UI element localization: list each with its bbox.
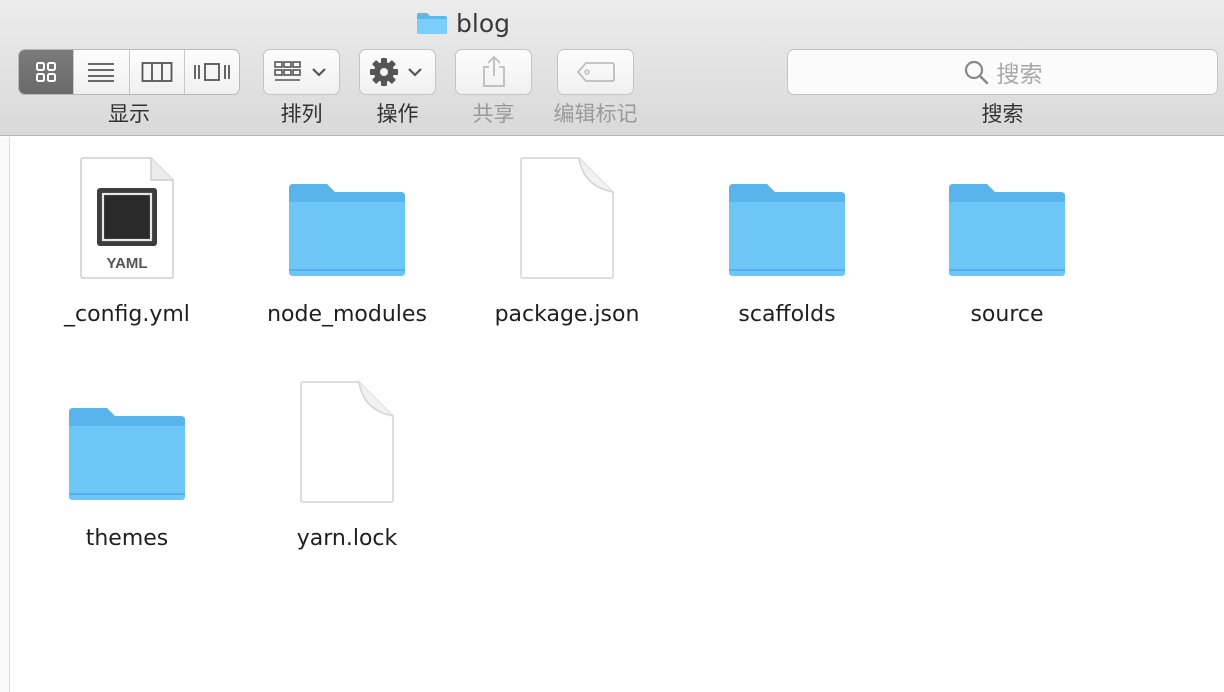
folder-icon	[67, 374, 187, 504]
list-icon	[88, 63, 115, 82]
icon-view-button[interactable]	[19, 50, 75, 94]
tag-icon	[576, 62, 615, 82]
share-caption: 共享	[472, 102, 515, 126]
window-title-text: blog	[456, 8, 510, 38]
folder-item-scaffolds[interactable]: scaffolds	[687, 150, 887, 350]
search-caption: 搜索	[981, 102, 1024, 126]
view-mode-control	[18, 49, 240, 95]
file-name: themes	[85, 526, 169, 551]
folder-icon	[947, 150, 1067, 280]
file-item-yarn-lock[interactable]: yarn.lock	[247, 374, 447, 574]
gear-icon	[369, 58, 422, 86]
file-name: source	[970, 302, 1044, 327]
share-button[interactable]	[455, 49, 532, 95]
window-title: blog	[416, 6, 510, 40]
gallery-view-button[interactable]	[185, 50, 239, 94]
folder-item-source[interactable]: source	[907, 150, 1107, 350]
window-left-edge	[0, 137, 10, 692]
document-icon	[507, 150, 627, 280]
icon-grid-icon	[36, 62, 57, 82]
view-caption: 显示	[108, 102, 150, 126]
yaml-file-icon: YAML	[67, 150, 187, 280]
folder-icon	[727, 150, 847, 280]
share-icon	[482, 55, 505, 87]
document-icon	[287, 374, 407, 504]
edit-tags-button[interactable]	[557, 49, 634, 95]
search-placeholder: 搜索	[996, 62, 1043, 88]
folder-item-node-modules[interactable]: node_modules	[247, 150, 447, 350]
list-view-button[interactable]	[74, 50, 130, 94]
cover-flow-icon	[193, 63, 230, 81]
file-name: _config.yml	[64, 302, 190, 327]
action-button[interactable]	[359, 49, 436, 95]
yaml-badge: YAML	[106, 255, 147, 272]
arrange-button[interactable]	[263, 49, 340, 95]
folder-icon	[287, 150, 407, 280]
search-icon	[964, 60, 988, 85]
file-name: scaffolds	[738, 302, 836, 327]
arrange-caption: 排列	[280, 102, 323, 126]
edit-tags-caption: 编辑标记	[553, 102, 638, 126]
file-name: package.json	[494, 302, 640, 327]
folder-icon	[417, 13, 447, 34]
action-caption: 操作	[376, 102, 419, 126]
toolbar: blog 显示 排列 操作 共享 编辑标记 搜索 搜索	[0, 0, 1224, 136]
search-field[interactable]: 搜索	[787, 49, 1218, 95]
file-item-package-json[interactable]: package.json	[467, 150, 667, 350]
file-name: node_modules	[267, 302, 427, 327]
arrange-grid-icon	[273, 61, 326, 81]
column-view-button[interactable]	[130, 50, 185, 94]
finder-window: blog 显示 排列 操作 共享 编辑标记 搜索 搜索 YAML _config…	[0, 0, 1224, 692]
folder-item-themes[interactable]: themes	[27, 374, 227, 574]
file-item-config-yml[interactable]: YAML _config.yml	[27, 150, 227, 350]
file-name: yarn.lock	[296, 526, 398, 551]
columns-icon	[141, 62, 173, 82]
